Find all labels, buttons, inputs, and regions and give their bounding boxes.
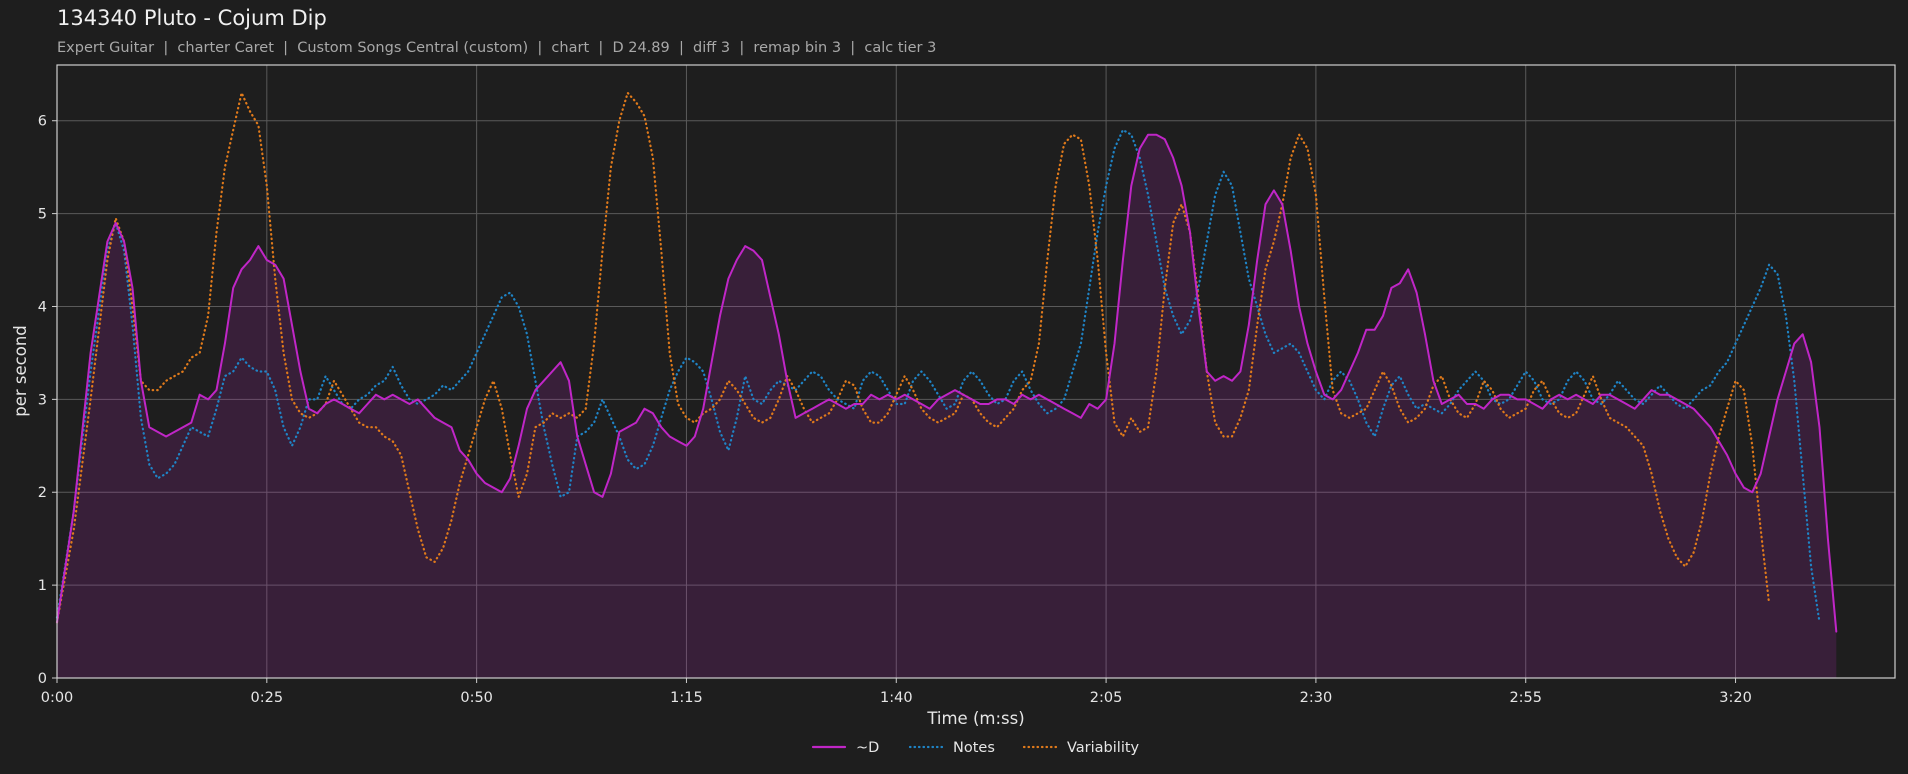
x-axis-ticks: 0:00 0:25 0:50 1:15 1:40 2:05 2:30 2:55 3:20 [41, 678, 1752, 706]
legend: ~D Notes Variability [811, 740, 1140, 756]
x-tick-label: 3:20 [1719, 690, 1752, 706]
y-tick-label: 5 [38, 207, 47, 223]
y-tick-label: 1 [38, 578, 47, 594]
chart-canvas: 0:00 0:25 0:50 1:15 1:40 2:05 2:30 2:55 3:20 0 1 2… [11, 64, 1896, 756]
x-tick-label: 0:00 [41, 690, 74, 706]
y-tick-label: 4 [38, 299, 47, 315]
y-axis-ticks: 0 1 2 3 4 5 6 [38, 114, 57, 687]
y-tick-label: 6 [38, 114, 47, 130]
x-tick-label: 2:30 [1300, 690, 1333, 706]
y-axis-label: per second [11, 325, 30, 417]
legend-label: Notes [953, 740, 995, 756]
x-tick-label: 0:50 [460, 690, 493, 706]
y-tick-label: 3 [38, 392, 47, 408]
legend-label: Variability [1067, 740, 1140, 756]
legend-label: ~D [856, 740, 879, 756]
y-tick-label: 0 [38, 671, 47, 687]
x-tick-label: 2:05 [1090, 690, 1123, 706]
x-tick-label: 1:15 [670, 690, 703, 706]
x-tick-label: 2:55 [1509, 690, 1542, 706]
x-tick-label: 1:40 [880, 690, 913, 706]
x-axis-label: Time (m:ss) [926, 709, 1024, 728]
y-tick-label: 2 [38, 485, 47, 501]
x-tick-label: 0:25 [251, 690, 284, 706]
